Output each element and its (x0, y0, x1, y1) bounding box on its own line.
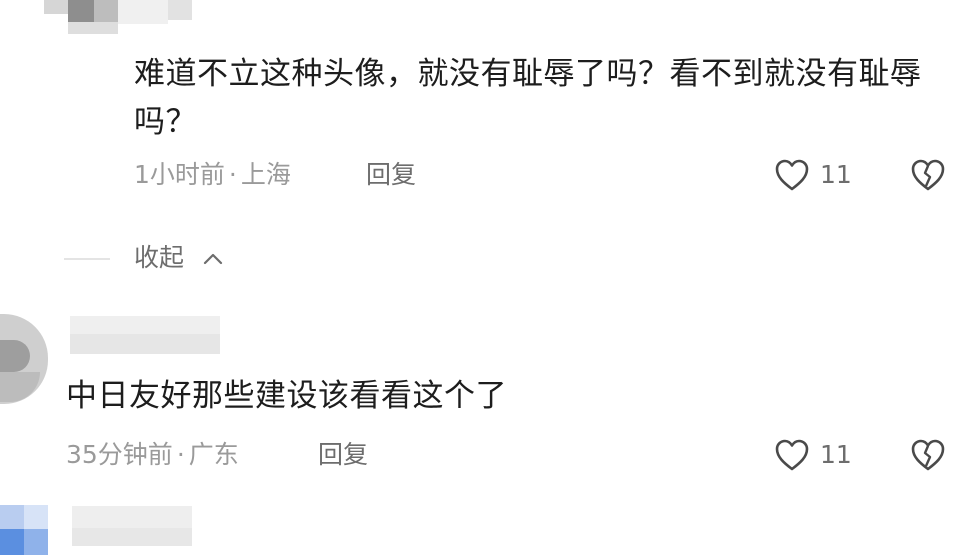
reply-button[interactable]: 回复 (366, 160, 416, 190)
broken-heart-icon[interactable] (910, 438, 946, 472)
blurred-username-next (72, 506, 192, 546)
comment-meta: 35分钟前 · 广东 (66, 440, 239, 470)
meta-separator: · (176, 440, 185, 469)
broken-heart-icon[interactable] (910, 158, 946, 192)
comment-location: 广东 (188, 440, 239, 469)
comment-text: 难道不立这种头像，就没有耻辱了吗？看不到就没有耻辱吗？ (134, 56, 922, 140)
blurred-username (70, 316, 220, 356)
comment-time: 1小时前 (134, 160, 225, 189)
blurred-username-top (0, 0, 200, 36)
reply-button[interactable]: 回复 (318, 440, 368, 470)
like-count: 11 (820, 160, 852, 189)
avatar[interactable] (0, 314, 48, 404)
comment-time: 35分钟前 (66, 440, 173, 469)
avatar-next[interactable] (0, 505, 48, 555)
chevron-up-icon (202, 247, 224, 277)
like-count: 11 (820, 440, 852, 469)
collapse-divider (64, 258, 110, 260)
meta-separator: · (228, 160, 237, 189)
comment-meta: 1小时前 · 上海 (134, 160, 291, 190)
heart-outline-icon[interactable] (774, 438, 810, 472)
heart-outline-icon[interactable] (774, 158, 810, 192)
comment-location: 上海 (240, 160, 291, 189)
collapse-button[interactable]: 收起 (134, 243, 223, 273)
comment-text: 中日友好那些建设该看看这个了 (66, 378, 507, 414)
